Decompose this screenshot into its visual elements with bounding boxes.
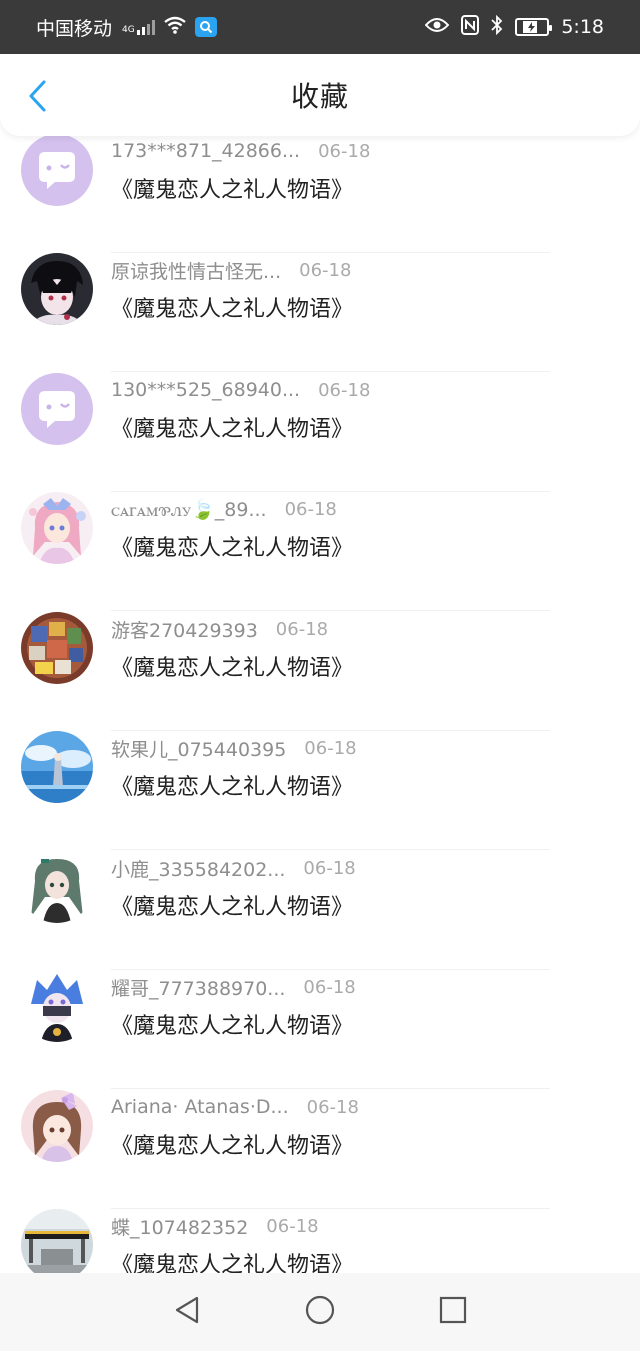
user-avatar[interactable] [21,1209,93,1273]
item-date: 06-18 [303,857,356,879]
story-title: 《魔鬼恋人之礼人物语》 [111,1014,354,1039]
item-date: 06-18 [284,498,337,520]
back-button[interactable] [22,80,52,116]
list-item[interactable]: 游客270429393 06-18 《魔鬼恋人之礼人物语》 [0,612,640,731]
story-title: 《魔鬼恋人之礼人物语》 [111,297,354,322]
story-title: 《魔鬼恋人之礼人物语》 [111,1134,354,1159]
user-avatar[interactable] [21,1090,93,1162]
story-title: 《魔鬼恋人之礼人物语》 [111,895,354,920]
story-title: 《魔鬼恋人之礼人物语》 [111,1253,354,1273]
user-avatar[interactable] [21,253,93,325]
user-avatar[interactable] [21,492,93,564]
list-item[interactable]: 小鹿_335584202... 06-18 《魔鬼恋人之礼人物语》 [0,851,640,970]
list-item[interactable]: Ariana· Atanas·D... 06-18 《魔鬼恋人之礼人物语》 [0,1090,640,1209]
username: 原谅我性情古怪无... [111,260,282,283]
row-divider [111,610,550,611]
username: 软果儿_075440395 [111,738,287,761]
username: ꮯꭺꮁꭺꮇꮘꮑꭹ🍃_89... [111,498,267,521]
wifi-icon [163,15,187,40]
user-avatar[interactable] [21,612,93,684]
story-title: 《魔鬼恋人之礼人物语》 [111,775,354,800]
list-item[interactable]: 耀哥_777388970... 06-18 《魔鬼恋人之礼人物语》 [0,970,640,1089]
nav-recents-button[interactable] [423,1282,483,1342]
item-date: 06-18 [304,737,357,759]
chevron-left-icon [27,79,47,117]
story-title: 《魔鬼恋人之礼人物语》 [111,536,354,561]
clock-time: 5:18 [561,16,604,38]
item-date: 06-18 [303,976,356,998]
battery-charging-icon [515,18,553,36]
list-item[interactable]: 173***871_42866... 06-18 《魔鬼恋人之礼人物语》 [0,136,640,253]
item-date: 06-18 [306,1096,359,1118]
item-date: 06-18 [266,1215,319,1237]
page-title: 收藏 [290,80,349,113]
story-title: 《魔鬼恋人之礼人物语》 [111,417,354,442]
item-date: 06-18 [318,379,371,401]
user-avatar[interactable] [21,851,93,923]
username: 蝶_107482352 [111,1216,249,1239]
row-divider [111,371,550,372]
username: 173***871_42866... [111,140,301,162]
nav-back-button[interactable] [157,1282,217,1342]
nav-home-button[interactable] [290,1282,350,1342]
user-avatar[interactable] [21,731,93,803]
list-item[interactable]: ꮯꭺꮁꭺꮇꮘꮑꭹ🍃_89... 06-18 《魔鬼恋人之礼人物语》 [0,492,640,611]
story-title: 《魔鬼恋人之礼人物语》 [111,656,354,681]
username: 耀哥_777388970... [111,977,286,1000]
item-date: 06-18 [299,259,352,281]
eye-icon [424,16,450,38]
list-item[interactable]: 原谅我性情古怪无... 06-18 《魔鬼恋人之礼人物语》 [0,253,640,372]
row-divider [111,1088,550,1089]
row-divider [111,849,550,850]
system-nav-bar [0,1273,640,1351]
square-recents-icon [439,1296,467,1328]
circle-home-icon [304,1294,336,1330]
user-avatar[interactable] [21,373,93,445]
item-date: 06-18 [275,618,329,640]
favorites-list: 173***871_42866... 06-18 《魔鬼恋人之礼人物语》 原谅我性… [0,136,640,1273]
status-bar: 中国移动 4G 5:18 [0,0,640,54]
carrier-name: 中国移动 [36,17,113,40]
username: 小鹿_335584202... [111,858,286,881]
bluetooth-icon [491,14,503,40]
search-app-icon [194,17,217,37]
list-item[interactable]: 蝶_107482352 06-18 《魔鬼恋人之礼人物语》 [0,1209,640,1273]
username: 130***525_68940... [111,379,301,401]
network-gen-label: 4G [122,25,135,35]
cellular-signal-icon: 4G [120,19,155,35]
list-item[interactable]: 软果儿_075440395 06-18 《魔鬼恋人之礼人物语》 [0,731,640,850]
user-avatar[interactable] [21,970,93,1042]
username: Ariana· Atanas·D... [111,1096,289,1118]
item-date: 06-18 [318,140,371,162]
username: 游客270429393 [111,619,258,642]
list-item[interactable]: 130***525_68940... 06-18 《魔鬼恋人之礼人物语》 [0,373,640,492]
page-header: 收藏 [0,54,640,136]
user-avatar[interactable] [21,136,93,206]
nfc-icon [461,14,480,40]
story-title: 《魔鬼恋人之礼人物语》 [111,178,354,203]
triangle-back-icon [173,1295,201,1329]
